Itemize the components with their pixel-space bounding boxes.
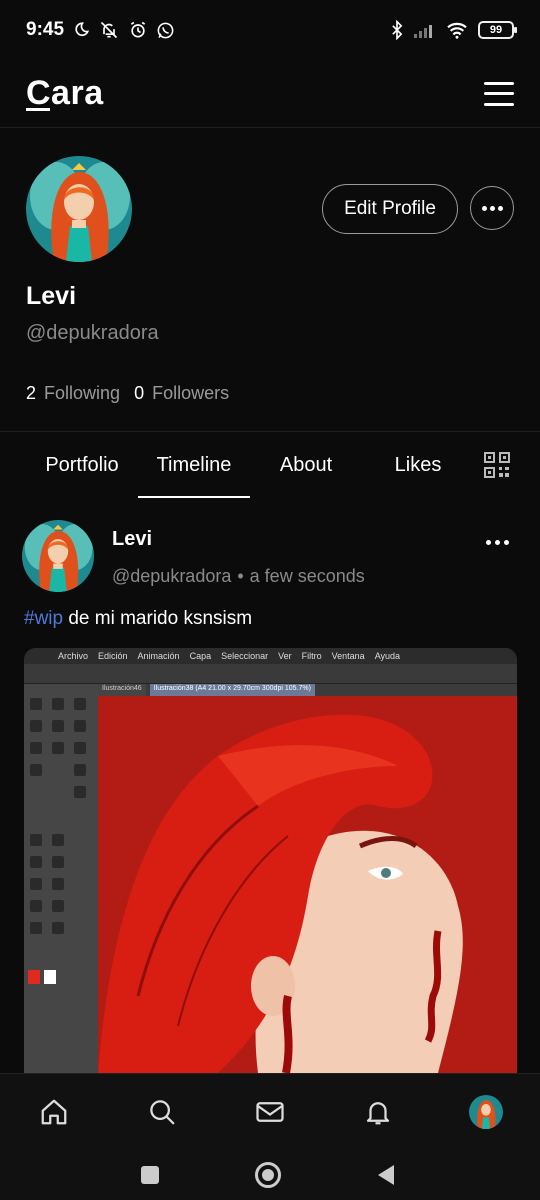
meta-separator: • xyxy=(237,566,244,586)
post-image[interactable]: Archivo Edición Animación Capa Seleccion… xyxy=(24,648,517,1073)
profile-header: Edit Profile Levi @depukradora 2 Followi… xyxy=(0,128,540,432)
tab-about[interactable]: About xyxy=(250,432,362,498)
post-author-handle[interactable]: @depukradora xyxy=(112,566,231,587)
tab-portfolio[interactable]: Portfolio xyxy=(26,432,138,498)
follow-stats: 2 Following 0 Followers xyxy=(26,383,235,404)
search-icon[interactable] xyxy=(144,1094,180,1130)
nav-profile-avatar[interactable] xyxy=(468,1094,504,1130)
post-more-icon[interactable] xyxy=(486,540,509,545)
post-hashtag[interactable]: #wip xyxy=(24,608,63,629)
home-icon[interactable] xyxy=(36,1094,72,1130)
avatar xyxy=(469,1095,503,1129)
profile-tabs: Portfolio Timeline About Likes xyxy=(0,432,540,498)
status-left-icons xyxy=(72,20,175,40)
image-doc-tabs: Ilustración46 Ilustración38 (A4 21.00 x … xyxy=(98,684,315,696)
back-triangle-icon[interactable] xyxy=(366,1155,406,1195)
image-tool-sidebar xyxy=(24,684,98,1073)
following-label[interactable]: Following xyxy=(44,383,120,404)
mail-icon[interactable] xyxy=(252,1094,288,1130)
whatsapp-icon xyxy=(157,22,174,38)
followers-count[interactable]: 0 xyxy=(134,383,144,404)
bell-icon[interactable] xyxy=(360,1094,396,1130)
alarm-icon xyxy=(130,21,146,38)
status-right-icons: 99 xyxy=(390,20,517,40)
profile-avatar[interactable] xyxy=(26,156,132,262)
status-bar: 9:45 99 xyxy=(0,0,540,60)
hamburger-menu-icon[interactable] xyxy=(484,81,514,106)
profile-handle: @depukradora xyxy=(26,322,159,344)
tab-timeline[interactable]: Timeline xyxy=(138,432,250,498)
brand-underline xyxy=(26,108,50,111)
battery-level: 99 xyxy=(489,24,503,36)
post-text: #wip de mi marido ksnsism xyxy=(24,608,252,630)
status-time: 9:45 xyxy=(26,19,65,40)
followers-label[interactable]: Followers xyxy=(152,383,229,404)
post-timestamp: a few seconds xyxy=(249,566,365,586)
bottom-navigation xyxy=(0,1073,540,1151)
signal-icon xyxy=(414,25,432,38)
brand-logo[interactable]: Cara xyxy=(26,74,104,113)
image-artwork xyxy=(98,696,517,1073)
home-circle-icon[interactable] xyxy=(248,1155,288,1195)
bluetooth-icon xyxy=(392,20,403,40)
wifi-icon xyxy=(447,22,467,39)
tab-likes[interactable]: Likes xyxy=(362,432,474,498)
moon-icon xyxy=(75,22,90,36)
post-body: de mi marido ksnsism xyxy=(63,608,253,629)
post-meta: @depukradora • a few seconds xyxy=(112,566,365,587)
profile-name: Levi xyxy=(26,282,77,310)
image-toolbar xyxy=(24,664,517,684)
system-navigation xyxy=(0,1151,540,1200)
recents-square-icon[interactable] xyxy=(130,1155,170,1195)
following-count[interactable]: 2 xyxy=(26,383,36,404)
timeline-post: Levi @depukradora • a few seconds #wip d… xyxy=(0,498,540,1073)
brand-name: Cara xyxy=(26,74,104,112)
more-horizontal-icon[interactable] xyxy=(470,186,514,230)
qr-code-icon[interactable] xyxy=(484,452,510,478)
battery-icon: 99 xyxy=(478,21,517,39)
post-author-name[interactable]: Levi xyxy=(112,528,152,551)
app-header: Cara xyxy=(0,60,540,128)
edit-profile-button[interactable]: Edit Profile xyxy=(322,184,458,234)
muted-bell-icon xyxy=(100,21,118,39)
image-menubar: Archivo Edición Animación Capa Seleccion… xyxy=(24,648,517,664)
post-author-avatar[interactable] xyxy=(22,520,94,592)
